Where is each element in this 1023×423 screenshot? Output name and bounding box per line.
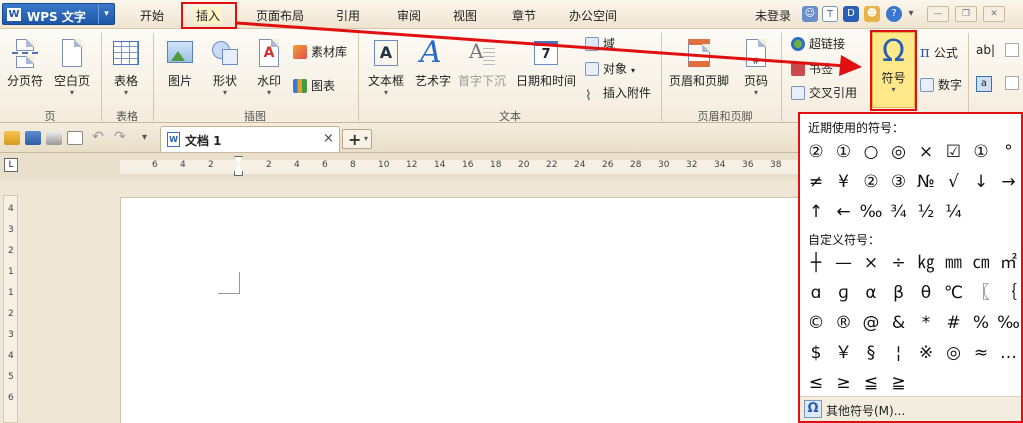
annotation-arrow xyxy=(236,21,862,76)
wps-writer-window: W WPS 文字 ▾ 开始 插入 页面布局 引用 审阅 视图 章节 办公空间 未… xyxy=(0,0,1023,423)
